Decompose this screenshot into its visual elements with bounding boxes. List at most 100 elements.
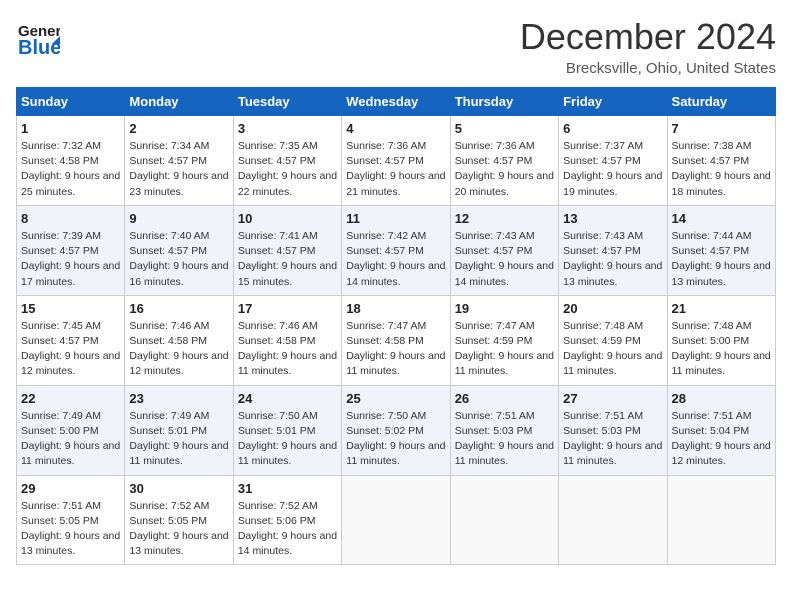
day-info: Sunrise: 7:46 AMSunset: 4:58 PMDaylight:… bbox=[238, 320, 337, 378]
day-info: Sunrise: 7:36 AMSunset: 4:57 PMDaylight:… bbox=[346, 140, 445, 198]
calendar-cell: 26 Sunrise: 7:51 AMSunset: 5:03 PMDaylig… bbox=[450, 385, 558, 475]
day-number: 30 bbox=[129, 481, 228, 496]
day-info: Sunrise: 7:51 AMSunset: 5:04 PMDaylight:… bbox=[672, 410, 771, 468]
day-number: 1 bbox=[21, 121, 120, 136]
location: Brecksville, Ohio, United States bbox=[520, 60, 776, 77]
day-number: 24 bbox=[238, 391, 337, 406]
calendar-week-row: 15 Sunrise: 7:45 AMSunset: 4:57 PMDaylig… bbox=[17, 295, 776, 385]
calendar-cell: 5 Sunrise: 7:36 AMSunset: 4:57 PMDayligh… bbox=[450, 116, 558, 206]
day-info: Sunrise: 7:49 AMSunset: 5:01 PMDaylight:… bbox=[129, 410, 228, 468]
logo: General Blue bbox=[16, 16, 66, 65]
calendar-cell: 1 Sunrise: 7:32 AMSunset: 4:58 PMDayligh… bbox=[17, 116, 125, 206]
calendar-cell: 2 Sunrise: 7:34 AMSunset: 4:57 PMDayligh… bbox=[125, 116, 233, 206]
calendar-cell: 31 Sunrise: 7:52 AMSunset: 5:06 PMDaylig… bbox=[233, 475, 341, 565]
day-number: 25 bbox=[346, 391, 445, 406]
day-number: 13 bbox=[563, 211, 662, 226]
calendar-cell: 21 Sunrise: 7:48 AMSunset: 5:00 PMDaylig… bbox=[667, 295, 775, 385]
calendar-cell: 11 Sunrise: 7:42 AMSunset: 4:57 PMDaylig… bbox=[342, 205, 450, 295]
day-number: 18 bbox=[346, 301, 445, 316]
day-number: 31 bbox=[238, 481, 337, 496]
calendar-cell: 9 Sunrise: 7:40 AMSunset: 4:57 PMDayligh… bbox=[125, 205, 233, 295]
calendar-cell: 30 Sunrise: 7:52 AMSunset: 5:05 PMDaylig… bbox=[125, 475, 233, 565]
day-number: 27 bbox=[563, 391, 662, 406]
calendar-cell: 17 Sunrise: 7:46 AMSunset: 4:58 PMDaylig… bbox=[233, 295, 341, 385]
calendar-cell: 15 Sunrise: 7:45 AMSunset: 4:57 PMDaylig… bbox=[17, 295, 125, 385]
day-info: Sunrise: 7:32 AMSunset: 4:58 PMDaylight:… bbox=[21, 140, 120, 198]
day-info: Sunrise: 7:44 AMSunset: 4:57 PMDaylight:… bbox=[672, 230, 771, 288]
title-block: December 2024 Brecksville, Ohio, United … bbox=[520, 16, 776, 77]
day-info: Sunrise: 7:50 AMSunset: 5:02 PMDaylight:… bbox=[346, 410, 445, 468]
day-info: Sunrise: 7:42 AMSunset: 4:57 PMDaylight:… bbox=[346, 230, 445, 288]
calendar-cell: 13 Sunrise: 7:43 AMSunset: 4:57 PMDaylig… bbox=[559, 205, 667, 295]
calendar-cell bbox=[450, 475, 558, 565]
calendar-cell: 16 Sunrise: 7:46 AMSunset: 4:58 PMDaylig… bbox=[125, 295, 233, 385]
day-number: 12 bbox=[455, 211, 554, 226]
day-info: Sunrise: 7:48 AMSunset: 5:00 PMDaylight:… bbox=[672, 320, 771, 378]
calendar-cell bbox=[342, 475, 450, 565]
day-info: Sunrise: 7:41 AMSunset: 4:57 PMDaylight:… bbox=[238, 230, 337, 288]
day-info: Sunrise: 7:46 AMSunset: 4:58 PMDaylight:… bbox=[129, 320, 228, 378]
day-info: Sunrise: 7:43 AMSunset: 4:57 PMDaylight:… bbox=[563, 230, 662, 288]
day-header: Tuesday bbox=[233, 88, 341, 116]
day-info: Sunrise: 7:40 AMSunset: 4:57 PMDaylight:… bbox=[129, 230, 228, 288]
calendar-header-row: SundayMondayTuesdayWednesdayThursdayFrid… bbox=[17, 88, 776, 116]
day-number: 19 bbox=[455, 301, 554, 316]
day-info: Sunrise: 7:51 AMSunset: 5:03 PMDaylight:… bbox=[455, 410, 554, 468]
day-info: Sunrise: 7:49 AMSunset: 5:00 PMDaylight:… bbox=[21, 410, 120, 468]
calendar-cell: 14 Sunrise: 7:44 AMSunset: 4:57 PMDaylig… bbox=[667, 205, 775, 295]
day-header: Sunday bbox=[17, 88, 125, 116]
day-header: Saturday bbox=[667, 88, 775, 116]
day-info: Sunrise: 7:47 AMSunset: 4:58 PMDaylight:… bbox=[346, 320, 445, 378]
day-number: 17 bbox=[238, 301, 337, 316]
day-info: Sunrise: 7:52 AMSunset: 5:06 PMDaylight:… bbox=[238, 500, 337, 558]
page-header: General Blue December 2024 Brecksville, … bbox=[16, 16, 776, 77]
day-number: 8 bbox=[21, 211, 120, 226]
calendar-cell: 24 Sunrise: 7:50 AMSunset: 5:01 PMDaylig… bbox=[233, 385, 341, 475]
calendar-cell: 25 Sunrise: 7:50 AMSunset: 5:02 PMDaylig… bbox=[342, 385, 450, 475]
calendar-week-row: 22 Sunrise: 7:49 AMSunset: 5:00 PMDaylig… bbox=[17, 385, 776, 475]
day-header: Monday bbox=[125, 88, 233, 116]
day-info: Sunrise: 7:38 AMSunset: 4:57 PMDaylight:… bbox=[672, 140, 771, 198]
day-number: 5 bbox=[455, 121, 554, 136]
day-number: 2 bbox=[129, 121, 228, 136]
day-number: 14 bbox=[672, 211, 771, 226]
day-info: Sunrise: 7:36 AMSunset: 4:57 PMDaylight:… bbox=[455, 140, 554, 198]
calendar-cell: 22 Sunrise: 7:49 AMSunset: 5:00 PMDaylig… bbox=[17, 385, 125, 475]
calendar-cell: 19 Sunrise: 7:47 AMSunset: 4:59 PMDaylig… bbox=[450, 295, 558, 385]
calendar-cell: 28 Sunrise: 7:51 AMSunset: 5:04 PMDaylig… bbox=[667, 385, 775, 475]
day-number: 6 bbox=[563, 121, 662, 136]
calendar-cell: 29 Sunrise: 7:51 AMSunset: 5:05 PMDaylig… bbox=[17, 475, 125, 565]
calendar-cell: 4 Sunrise: 7:36 AMSunset: 4:57 PMDayligh… bbox=[342, 116, 450, 206]
calendar-week-row: 8 Sunrise: 7:39 AMSunset: 4:57 PMDayligh… bbox=[17, 205, 776, 295]
day-number: 15 bbox=[21, 301, 120, 316]
day-info: Sunrise: 7:39 AMSunset: 4:57 PMDaylight:… bbox=[21, 230, 120, 288]
day-info: Sunrise: 7:50 AMSunset: 5:01 PMDaylight:… bbox=[238, 410, 337, 468]
day-info: Sunrise: 7:52 AMSunset: 5:05 PMDaylight:… bbox=[129, 500, 228, 558]
calendar-cell bbox=[559, 475, 667, 565]
calendar-cell: 27 Sunrise: 7:51 AMSunset: 5:03 PMDaylig… bbox=[559, 385, 667, 475]
day-info: Sunrise: 7:47 AMSunset: 4:59 PMDaylight:… bbox=[455, 320, 554, 378]
day-number: 9 bbox=[129, 211, 228, 226]
day-number: 7 bbox=[672, 121, 771, 136]
day-number: 3 bbox=[238, 121, 337, 136]
day-number: 20 bbox=[563, 301, 662, 316]
calendar-cell: 3 Sunrise: 7:35 AMSunset: 4:57 PMDayligh… bbox=[233, 116, 341, 206]
calendar-week-row: 29 Sunrise: 7:51 AMSunset: 5:05 PMDaylig… bbox=[17, 475, 776, 565]
calendar-cell: 6 Sunrise: 7:37 AMSunset: 4:57 PMDayligh… bbox=[559, 116, 667, 206]
day-number: 29 bbox=[21, 481, 120, 496]
day-number: 28 bbox=[672, 391, 771, 406]
day-number: 11 bbox=[346, 211, 445, 226]
day-info: Sunrise: 7:51 AMSunset: 5:05 PMDaylight:… bbox=[21, 500, 120, 558]
calendar-cell: 7 Sunrise: 7:38 AMSunset: 4:57 PMDayligh… bbox=[667, 116, 775, 206]
day-header: Wednesday bbox=[342, 88, 450, 116]
calendar-cell: 20 Sunrise: 7:48 AMSunset: 4:59 PMDaylig… bbox=[559, 295, 667, 385]
calendar-table: SundayMondayTuesdayWednesdayThursdayFrid… bbox=[16, 87, 776, 565]
calendar-cell bbox=[667, 475, 775, 565]
calendar-cell: 12 Sunrise: 7:43 AMSunset: 4:57 PMDaylig… bbox=[450, 205, 558, 295]
day-info: Sunrise: 7:48 AMSunset: 4:59 PMDaylight:… bbox=[563, 320, 662, 378]
day-number: 22 bbox=[21, 391, 120, 406]
day-number: 21 bbox=[672, 301, 771, 316]
day-number: 10 bbox=[238, 211, 337, 226]
day-info: Sunrise: 7:35 AMSunset: 4:57 PMDaylight:… bbox=[238, 140, 337, 198]
calendar-cell: 10 Sunrise: 7:41 AMSunset: 4:57 PMDaylig… bbox=[233, 205, 341, 295]
